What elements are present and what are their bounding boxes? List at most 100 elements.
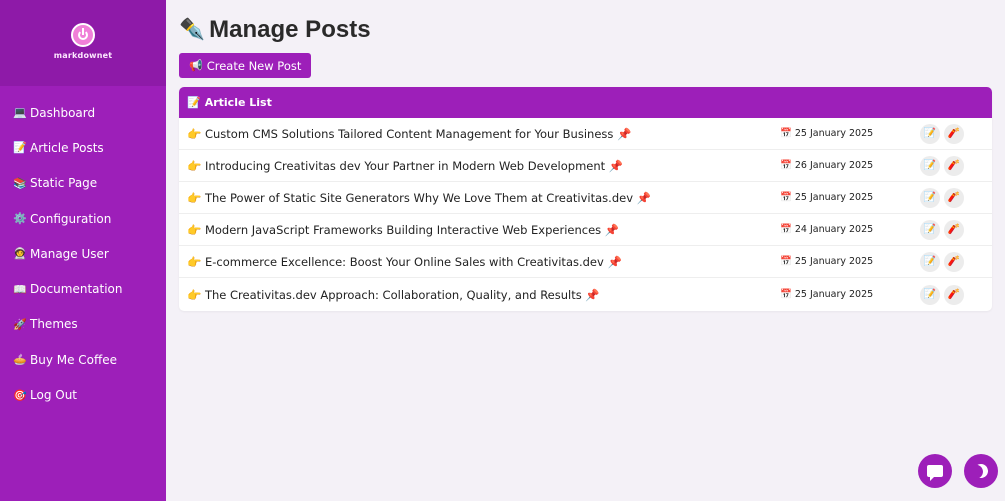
pen-icon: ✒️ xyxy=(179,18,206,41)
calendar-icon: 📅 xyxy=(780,192,792,204)
row-actions: 📝 🧨 xyxy=(920,123,964,144)
post-title-link[interactable]: 👉 E-commerce Excellence: Boost Your Onli… xyxy=(187,255,780,269)
memo-icon: 📝 xyxy=(13,141,27,155)
delete-button[interactable]: 🧨 xyxy=(944,284,964,305)
megaphone-icon: 📢 xyxy=(189,59,203,72)
rocket-icon: 🚀 xyxy=(13,317,27,331)
calendar-icon: 📅 xyxy=(780,128,792,140)
main-content: ✒️ Manage Posts 📢 Create New Post 📝 Arti… xyxy=(179,0,992,311)
gear-icon: ⚙️ xyxy=(13,212,27,226)
calendar-icon: 📅 xyxy=(780,224,792,236)
post-date: 📅 24 January 2025 xyxy=(780,224,920,235)
logo-area[interactable]: markdownet xyxy=(0,0,166,86)
edit-button[interactable]: 📝 xyxy=(920,155,940,176)
books-icon: 📚 xyxy=(13,176,27,190)
edit-icon: 📝 xyxy=(923,224,937,236)
delete-button[interactable]: 🧨 xyxy=(944,187,964,208)
book-icon: 📖 xyxy=(13,282,27,296)
post-date: 📅 26 January 2025 xyxy=(780,160,920,171)
sidebar-nav: 💻 Dashboard 📝 Article Posts 📚 Static Page ⚙… xyxy=(0,95,166,413)
edit-button[interactable]: 📝 xyxy=(920,251,940,272)
post-title-link[interactable]: 👉 The Creativitas.dev Approach: Collabor… xyxy=(187,288,780,302)
page-title-text: Manage Posts xyxy=(209,16,371,43)
edit-button[interactable]: 📝 xyxy=(920,284,940,305)
post-date-text: 24 January 2025 xyxy=(794,224,874,236)
firecracker-icon: 🧨 xyxy=(947,192,961,204)
edit-icon: 📝 xyxy=(923,160,937,172)
edit-icon: 📝 xyxy=(923,128,937,140)
delete-button[interactable]: 🧨 xyxy=(944,219,964,240)
edit-icon: 📝 xyxy=(923,289,937,301)
post-date-text: 25 January 2025 xyxy=(794,192,874,204)
coffee-icon: 🥧 xyxy=(13,353,27,367)
row-actions: 📝 🧨 xyxy=(920,219,964,240)
logout-icon: 🎯 xyxy=(13,388,27,402)
sidebar-item-label: Log Out xyxy=(30,388,78,403)
sidebar-item-documentation[interactable]: 📖 Documentation xyxy=(0,271,166,306)
firecracker-icon: 🧨 xyxy=(947,256,961,268)
sidebar-item-themes[interactable]: 🚀 Themes xyxy=(0,307,166,342)
sidebar-item-manage-user[interactable]: 🧑‍🚀 Manage User xyxy=(0,236,166,271)
post-date: 📅 25 January 2025 xyxy=(780,289,920,300)
create-new-post-button[interactable]: 📢 Create New Post xyxy=(179,53,312,78)
post-title-link[interactable]: 👉 Custom CMS Solutions Tailored Content … xyxy=(187,127,780,141)
power-icon xyxy=(71,22,95,47)
sidebar-item-dashboard[interactable]: 💻 Dashboard xyxy=(0,95,166,130)
post-date: 📅 25 January 2025 xyxy=(780,128,920,139)
firecracker-icon: 🧨 xyxy=(947,224,961,236)
firecracker-icon: 🧨 xyxy=(947,160,961,172)
post-date-text: 25 January 2025 xyxy=(794,289,874,301)
edit-button[interactable]: 📝 xyxy=(920,219,940,240)
sidebar-item-label: Themes xyxy=(30,317,78,332)
theme-toggle-button[interactable] xyxy=(964,454,998,488)
post-title-link[interactable]: 👉 Modern JavaScript Frameworks Building … xyxy=(187,223,780,237)
sidebar-item-configuration[interactable]: ⚙️ Configuration xyxy=(0,201,166,236)
table-row: 👉 Custom CMS Solutions Tailored Content … xyxy=(179,118,992,151)
calendar-icon: 📅 xyxy=(780,289,792,301)
post-title-link[interactable]: 👉 Introducing Creativitas dev Your Partn… xyxy=(187,159,780,173)
sidebar-item-label: Buy Me Coffee xyxy=(30,352,118,367)
sidebar-item-label: Article Posts xyxy=(30,140,104,155)
firecracker-icon: 🧨 xyxy=(947,128,961,140)
laptop-icon: 💻 xyxy=(13,106,27,120)
sidebar-item-label: Dashboard xyxy=(30,105,96,120)
moon-icon xyxy=(972,462,990,480)
post-date-text: 25 January 2025 xyxy=(794,256,874,268)
sidebar-item-article-posts[interactable]: 📝 Article Posts xyxy=(0,130,166,165)
page-title: ✒️ Manage Posts xyxy=(179,14,992,46)
sidebar-item-label: Manage User xyxy=(30,246,109,261)
edit-button[interactable]: 📝 xyxy=(920,187,940,208)
sidebar: markdownet 💻 Dashboard 📝 Article Posts 📚 St… xyxy=(0,0,166,501)
row-actions: 📝 🧨 xyxy=(920,187,964,208)
edit-icon: 📝 xyxy=(923,256,937,268)
post-date-text: 26 January 2025 xyxy=(794,160,874,172)
chat-icon xyxy=(927,465,943,481)
user-icon: 🧑‍🚀 xyxy=(13,247,27,261)
sidebar-item-log-out[interactable]: 🎯 Log Out xyxy=(0,377,166,412)
article-list-header: 📝 Article List xyxy=(179,87,992,118)
table-row: 👉 The Creativitas.dev Approach: Collabor… xyxy=(179,278,992,310)
delete-button[interactable]: 🧨 xyxy=(944,155,964,176)
chat-button[interactable] xyxy=(918,454,952,488)
delete-button[interactable]: 🧨 xyxy=(944,251,964,272)
delete-button[interactable]: 🧨 xyxy=(944,123,964,144)
article-list-title: Article List xyxy=(204,96,272,109)
logo-text: markdownet xyxy=(53,50,113,60)
sidebar-item-label: Documentation xyxy=(30,282,123,297)
firecracker-icon: 🧨 xyxy=(947,289,961,301)
table-row: 👉 Modern JavaScript Frameworks Building … xyxy=(179,214,992,247)
post-date: 📅 25 January 2025 xyxy=(780,256,920,267)
table-row: 👉 Introducing Creativitas dev Your Partn… xyxy=(179,150,992,183)
create-new-post-label: Create New Post xyxy=(206,58,302,73)
memo-icon: 📝 xyxy=(187,96,201,109)
row-actions: 📝 🧨 xyxy=(920,251,964,272)
sidebar-item-static-page[interactable]: 📚 Static Page xyxy=(0,166,166,201)
sidebar-item-buy-me-coffee[interactable]: 🥧 Buy Me Coffee xyxy=(0,342,166,377)
sidebar-item-label: Configuration xyxy=(30,211,112,226)
article-list-card: 📝 Article List 👉 Custom CMS Solutions Ta… xyxy=(179,87,992,311)
calendar-icon: 📅 xyxy=(780,256,792,268)
edit-button[interactable]: 📝 xyxy=(920,123,940,144)
post-title-link[interactable]: 👉 The Power of Static Site Generators Wh… xyxy=(187,191,780,205)
sidebar-item-label: Static Page xyxy=(30,176,98,191)
table-row: 👉 The Power of Static Site Generators Wh… xyxy=(179,182,992,215)
